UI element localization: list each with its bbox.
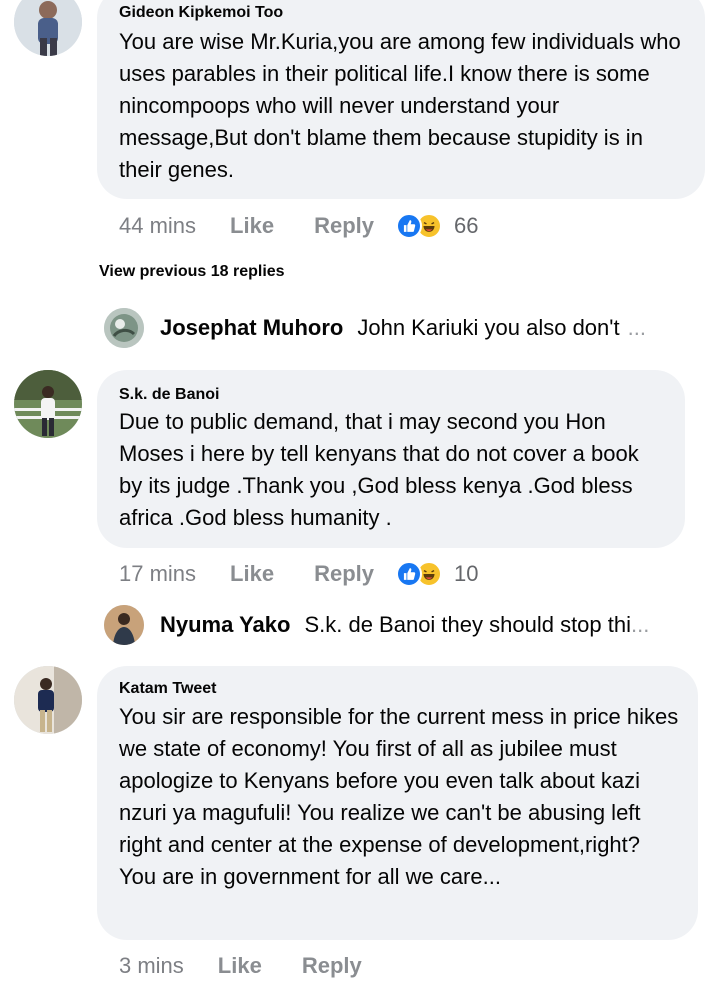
comment-time[interactable]: 3 mins (119, 953, 184, 979)
reply-ellipsis: ... (627, 315, 646, 340)
reaction-count: 10 (454, 561, 479, 586)
comment-time[interactable]: 44 mins (119, 213, 196, 239)
profile-photo-icon (104, 308, 144, 348)
profile-photo-icon (14, 370, 82, 438)
comment-text: Due to public demand, that i may second … (119, 409, 639, 530)
comment-text: You sir are responsible for the current … (119, 704, 679, 889)
comment-bubble: Katam Tweet You sir are responsible for … (97, 666, 698, 940)
comment-actions: 44 mins Like Reply 66 (119, 210, 478, 242)
avatar[interactable] (14, 666, 82, 734)
reactions-summary[interactable]: 10 (396, 561, 478, 587)
like-icon (396, 213, 422, 239)
reply-author[interactable]: Nyuma Yako (160, 612, 290, 638)
reply-button[interactable]: Reply (302, 953, 362, 979)
like-button[interactable]: Like (230, 561, 274, 587)
comment-author[interactable]: Gideon Kipkemoi Too (119, 4, 283, 22)
like-button[interactable]: Like (218, 953, 262, 979)
comment-actions: 3 mins Like Reply (119, 950, 362, 982)
profile-photo-icon (14, 666, 82, 734)
reply-snippet: S.k. de Banoi they should stop thi (304, 612, 631, 637)
view-previous-replies-link[interactable]: View previous 18 replies (99, 263, 285, 281)
avatar[interactable] (14, 370, 82, 438)
comment-time[interactable]: 17 mins (119, 561, 196, 587)
reply-preview[interactable]: Josephat Muhoro John Kariuki you also do… (104, 308, 646, 348)
comment-bubble: S.k. de Banoi Due to public demand, that… (97, 370, 685, 548)
reply-preview[interactable]: Nyuma Yako S.k. de Banoi they should sto… (104, 605, 649, 645)
reaction-count: 66 (454, 213, 479, 238)
reactions-summary[interactable]: 66 (396, 213, 478, 239)
avatar[interactable] (104, 605, 144, 645)
comment-author[interactable]: Katam Tweet (119, 680, 217, 698)
comment-text: You are wise Mr.Kuria,you are among few … (119, 29, 681, 182)
like-icon (396, 561, 422, 587)
like-button[interactable]: Like (230, 213, 274, 239)
comment-bubble: Gideon Kipkemoi Too You are wise Mr.Kuri… (97, 0, 705, 199)
profile-photo-icon (104, 605, 144, 645)
reply-button[interactable]: Reply (314, 561, 374, 587)
reply-button[interactable]: Reply (314, 213, 374, 239)
profile-photo-icon (14, 0, 82, 56)
comment-actions: 17 mins Like Reply 10 (119, 558, 478, 590)
reply-snippet: John Kariuki you also don't (357, 315, 620, 340)
reply-ellipsis: ... (631, 612, 650, 637)
comment-author[interactable]: S.k. de Banoi (119, 386, 219, 404)
avatar[interactable] (14, 0, 82, 56)
reply-author[interactable]: Josephat Muhoro (160, 315, 343, 341)
avatar[interactable] (104, 308, 144, 348)
